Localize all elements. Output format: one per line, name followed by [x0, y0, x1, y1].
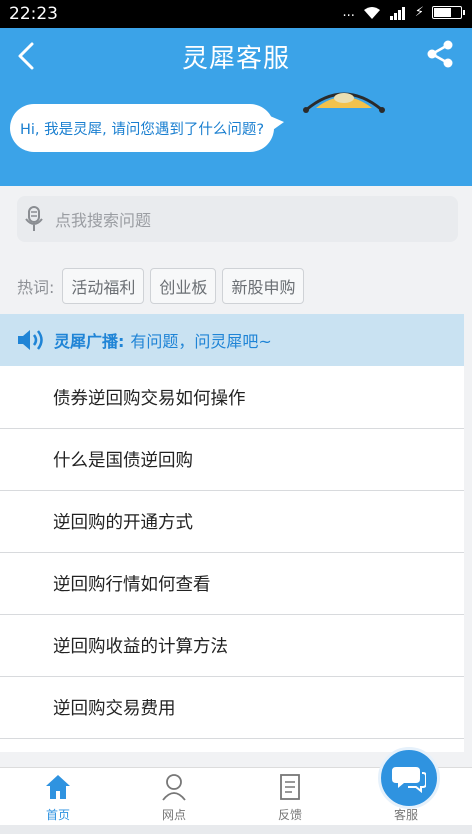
search-input[interactable]: 点我搜索问题 — [17, 196, 458, 242]
microphone-icon[interactable] — [23, 205, 45, 233]
bottom-strip — [0, 825, 472, 834]
status-icons: ... ⚡ — [342, 5, 465, 20]
question-item[interactable]: 逆回购的开通方式 — [0, 490, 464, 552]
question-item[interactable]: 什么是国债逆回购 — [0, 428, 464, 490]
battery-icon — [432, 6, 465, 19]
broadcast-bar: 灵犀广播: 有问题，问灵犀吧~ — [0, 314, 464, 366]
document-icon — [280, 774, 300, 800]
question-item[interactable]: 逆回购收益的计算方法 — [0, 614, 464, 676]
tab-home[interactable]: 首页 — [18, 768, 98, 826]
hot-tag[interactable]: 活动福利 — [62, 268, 145, 304]
hot-words-label: 热词: — [17, 278, 55, 297]
speaker-icon — [18, 330, 43, 350]
search-placeholder: 点我搜索问题 — [55, 211, 152, 230]
hot-tag[interactable]: 新股申购 — [222, 268, 305, 304]
page-title: 灵犀客服 — [181, 44, 290, 74]
greeting-bubble: Hi, 我是灵犀, 请问您遇到了什么问题? — [10, 104, 285, 152]
status-time: 22:23 — [9, 4, 58, 24]
broadcast-text: 有问题，问灵犀吧~ — [130, 332, 272, 351]
cell-signal-icon — [389, 6, 405, 20]
share-icon[interactable] — [424, 38, 456, 70]
charging-icon: ⚡ — [414, 5, 424, 20]
person-icon — [162, 774, 186, 801]
broadcast-label: 灵犀广播: — [54, 332, 125, 351]
chat-icon — [392, 767, 426, 793]
question-list: 债券逆回购交易如何操作 什么是国债逆回购 逆回购的开通方式 逆回购行情如何查看 … — [0, 366, 464, 752]
tab-outlets[interactable]: 网点 — [134, 768, 214, 826]
mascot-icon — [303, 92, 385, 113]
home-icon — [46, 775, 70, 799]
question-item[interactable]: 债券逆回购交易如何操作 — [0, 366, 464, 428]
tab-label: 网点 — [161, 808, 186, 822]
hot-tag[interactable]: 创业板 — [150, 268, 217, 304]
tab-label: 反馈 — [277, 808, 302, 822]
header: 灵犀客服 Hi, 我是灵犀, 请问您遇到了什么问题? — [0, 28, 472, 186]
status-bar: 22:23 ... ⚡ — [0, 0, 472, 28]
tab-feedback[interactable]: 反馈 — [250, 768, 330, 826]
signal-dots: ... — [342, 5, 355, 20]
wifi-icon — [363, 6, 380, 19]
question-item[interactable]: 逆回购交易费用 — [0, 676, 464, 738]
tab-label: 首页 — [45, 808, 70, 822]
hot-words: 热词: 活动福利 创业板 新股申购 — [17, 266, 305, 306]
question-item[interactable]: 逆回购行情如何查看 — [0, 552, 464, 614]
customer-service-button[interactable] — [378, 747, 440, 809]
